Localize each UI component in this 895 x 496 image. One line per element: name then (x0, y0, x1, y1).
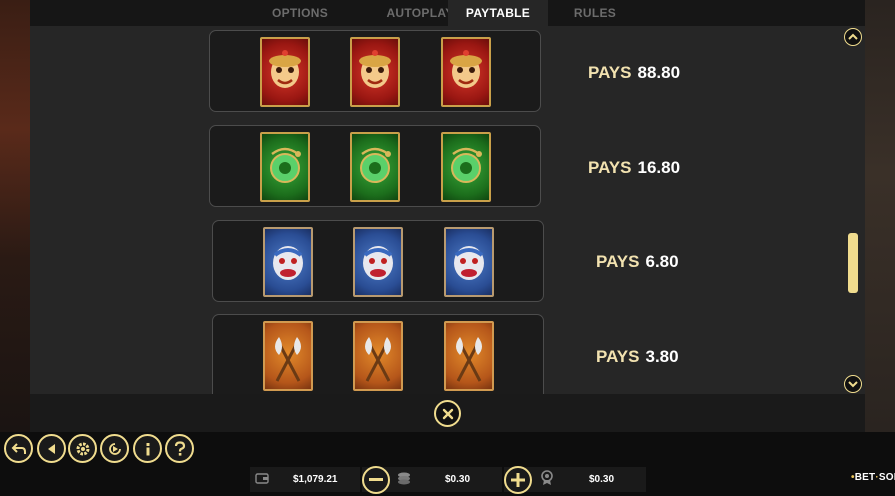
brand-soft: SOFT (878, 472, 895, 483)
scroll-down-button[interactable] (844, 375, 862, 393)
pays-row-1: PAYS 88.80 (588, 63, 680, 83)
red-monkey-mask-symbol (260, 37, 310, 107)
pays-label: PAYS (588, 158, 632, 177)
info-icon (146, 442, 149, 455)
tab-rules[interactable]: RULES (545, 0, 645, 26)
info-button[interactable] (133, 434, 162, 463)
paytable-row-green (209, 125, 541, 207)
game-background-left (0, 0, 30, 432)
game-background-right (865, 0, 895, 432)
minus-icon (369, 478, 383, 481)
previous-button[interactable] (37, 434, 66, 463)
balance-value: $1,079.21 (293, 474, 338, 485)
settings-button[interactable] (68, 434, 97, 463)
back-arrow-icon (11, 442, 26, 454)
green-dragon-symbol (441, 132, 491, 202)
green-dragon-symbol (260, 132, 310, 202)
help-button[interactable] (165, 434, 194, 463)
gear-icon (76, 442, 89, 455)
bet-value: $0.30 (445, 474, 471, 485)
crossed-axes-symbol (263, 321, 313, 391)
pays-row-4: PAYS 3.80 (596, 347, 679, 367)
tab-paytable[interactable]: PAYTABLE (448, 0, 548, 26)
triangle-left-icon (47, 443, 55, 454)
pays-label: PAYS (596, 347, 640, 366)
scrollbar-track[interactable] (848, 48, 858, 370)
back-button[interactable] (4, 434, 33, 463)
chevron-down-icon (848, 381, 858, 388)
pays-amount: 16.80 (637, 158, 681, 177)
pays-amount: 88.80 (637, 63, 681, 82)
red-monkey-mask-symbol (350, 37, 400, 107)
red-monkey-mask-symbol (441, 37, 491, 107)
blue-demon-mask-symbol (444, 227, 494, 297)
close-icon (442, 408, 453, 419)
tab-bar: OPTIONS AUTOPLAY PAYTABLE RULES (30, 0, 865, 26)
close-button[interactable] (434, 400, 461, 427)
wallet-icon (255, 473, 269, 484)
paytable-row-orange (212, 314, 544, 394)
scroll-up-button[interactable] (844, 28, 862, 46)
plus-icon (511, 473, 525, 487)
autoplay-button[interactable] (100, 434, 129, 463)
pays-amount: 6.80 (645, 252, 679, 271)
betsoft-logo: •BET·SOFT (851, 472, 895, 483)
pays-label: PAYS (596, 252, 640, 271)
paytable-row-blue (212, 220, 544, 302)
brand-bet: BET (854, 472, 876, 483)
decrease-bet-button[interactable] (362, 466, 390, 494)
pays-amount: 3.80 (645, 347, 679, 366)
pays-label: PAYS (588, 63, 632, 82)
paytable-row-red (209, 30, 541, 112)
autoplay-icon (108, 442, 121, 455)
blue-demon-mask-symbol (263, 227, 313, 297)
crossed-axes-symbol (353, 321, 403, 391)
win-value: $0.30 (589, 474, 615, 485)
coins-icon (398, 472, 410, 485)
tab-options[interactable]: OPTIONS (245, 0, 355, 26)
pays-row-2: PAYS 16.80 (588, 158, 680, 178)
crossed-axes-symbol (444, 321, 494, 391)
chevron-up-icon (848, 33, 858, 40)
blue-demon-mask-symbol (353, 227, 403, 297)
pays-row-3: PAYS 6.80 (596, 252, 679, 272)
green-dragon-symbol (350, 132, 400, 202)
award-icon (541, 470, 553, 485)
increase-bet-button[interactable] (504, 466, 532, 494)
scrollbar-thumb[interactable] (848, 233, 858, 293)
question-icon (174, 440, 185, 456)
